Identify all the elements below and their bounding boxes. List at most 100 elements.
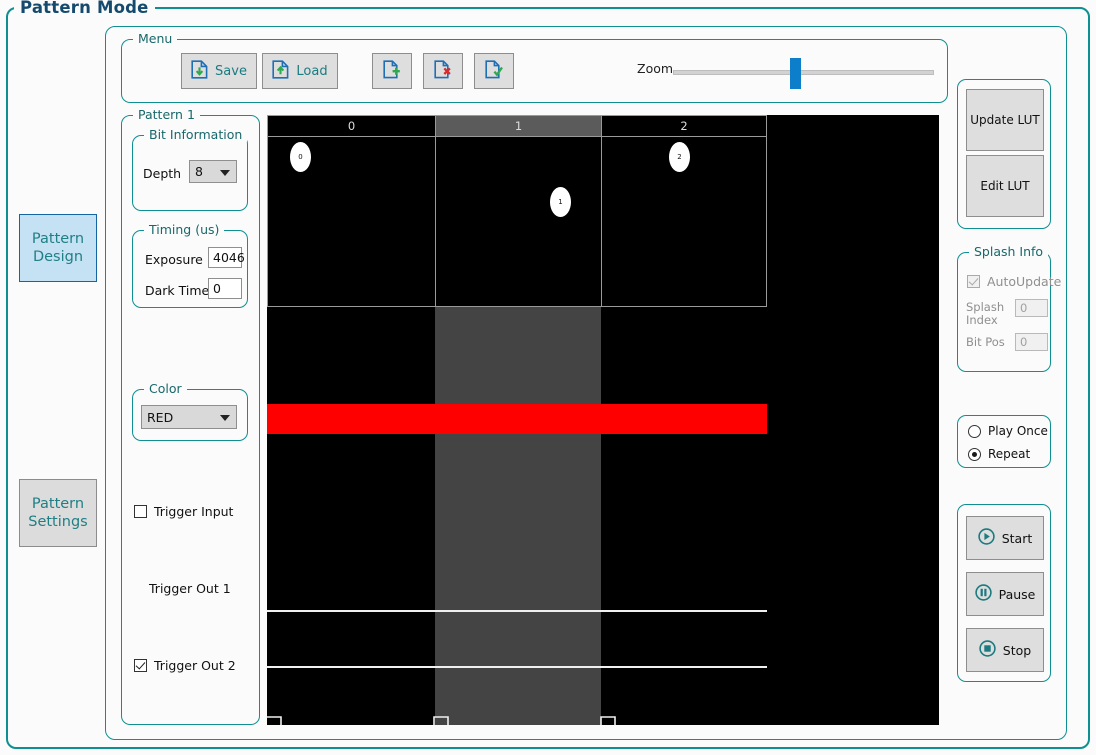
save-button-label: Save	[215, 63, 247, 79]
trigger-input-checkbox[interactable]: Trigger Input	[134, 504, 233, 519]
edit-lut-label: Edit LUT	[980, 178, 1030, 193]
trigger-out-1-label: Trigger Out 1	[149, 581, 231, 596]
color-select[interactable]: RED	[141, 405, 237, 429]
load-button-label: Load	[296, 63, 328, 79]
menu-group: Menu Save Load Zoom	[121, 31, 948, 103]
sidebar-item-pattern-design[interactable]: Pattern Design	[19, 214, 97, 282]
file-delete-icon	[434, 59, 452, 83]
autoupdate-label: AutoUpdate	[987, 274, 1062, 289]
bit-pos-input[interactable]: 0	[1015, 333, 1048, 351]
color-group-title: Color	[144, 381, 187, 396]
depth-value: 8	[195, 164, 203, 179]
column-label: 0	[347, 119, 356, 133]
sidebar-item-pattern-settings[interactable]: Pattern Settings	[19, 479, 97, 547]
zoom-slider[interactable]	[673, 58, 934, 89]
apply-pattern-button[interactable]	[474, 53, 514, 89]
play-once-label: Play Once	[988, 424, 1048, 438]
splash-info-group: Splash Info AutoUpdate Splash Index 0 Bi…	[957, 244, 1061, 372]
column-label: 2	[680, 119, 688, 133]
splash-index-label: Splash Index	[966, 300, 1005, 327]
dark-time-value: 0	[213, 281, 221, 296]
pattern-timeline-canvas[interactable]: 0 1 2 0 1 2	[267, 115, 939, 725]
bit-information-group: Bit Information Depth 8	[132, 127, 248, 211]
delete-pattern-button[interactable]	[423, 53, 463, 89]
trigger-out-2-checkbox[interactable]: Trigger Out 2	[134, 658, 236, 673]
start-button[interactable]: Start	[966, 516, 1044, 560]
color-group: Color RED	[132, 381, 248, 441]
pattern-marker[interactable]: 1	[550, 187, 571, 217]
pause-label: Pause	[998, 586, 1036, 602]
file-download-icon	[191, 59, 208, 83]
add-pattern-button[interactable]	[372, 53, 412, 89]
edit-lut-button[interactable]: Edit LUT	[966, 155, 1044, 217]
trigger-out-2-label: Trigger Out 2	[154, 658, 236, 673]
repeat-label: Repeat	[988, 447, 1031, 461]
stop-icon	[979, 640, 996, 660]
timeline-column-band	[435, 307, 601, 725]
menu-group-title: Menu	[133, 31, 178, 46]
playback-mode-group: Play Once Repeat	[957, 415, 1051, 468]
pattern-mode-window: Pattern Mode Pattern Design Pattern Sett…	[0, 0, 1096, 755]
trigger-out-1-waveform	[267, 666, 767, 668]
transport-group: Start Pause Stop	[957, 504, 1051, 682]
dark-time-input[interactable]: 0	[208, 278, 242, 299]
pause-icon	[974, 584, 992, 604]
trigger-input-label: Trigger Input	[154, 504, 234, 519]
repeat-radio[interactable]: Repeat	[968, 447, 1030, 461]
lut-group: Update LUT Edit LUT	[957, 79, 1051, 229]
pattern-marker[interactable]: 2	[669, 142, 690, 172]
main-panel: Menu Save Load Zoom Pattern 1 Bit Inform…	[105, 26, 1067, 740]
timeline-column-header-0[interactable]: 0	[267, 115, 436, 137]
radio-circle	[968, 447, 981, 461]
chevron-down-icon	[220, 415, 230, 421]
timeline-column-cell-1[interactable]	[435, 137, 602, 307]
play-once-radio[interactable]: Play Once	[968, 424, 1048, 438]
checkbox-box	[134, 659, 147, 672]
save-button[interactable]: Save	[181, 53, 257, 89]
bit-pos-value: 0	[1020, 335, 1028, 349]
pattern-group-title: Pattern 1	[133, 107, 200, 122]
pause-button[interactable]: Pause	[966, 572, 1044, 616]
splash-index-input[interactable]: 0	[1015, 299, 1048, 317]
checkbox-box	[134, 505, 147, 518]
exposure-value: 4046	[213, 250, 245, 265]
load-button[interactable]: Load	[262, 53, 338, 89]
color-value: RED	[147, 409, 174, 425]
timeline-column-header-1[interactable]: 1	[435, 115, 602, 137]
page-title: Pattern Mode	[14, 0, 155, 17]
bit-information-title: Bit Information	[144, 127, 248, 142]
pattern-marker-label: 0	[298, 153, 303, 161]
sidebar-item-label: Pattern Design	[31, 230, 85, 265]
timeline-column-header-2[interactable]: 2	[601, 115, 767, 137]
radio-circle	[968, 424, 981, 438]
zoom-slider-thumb[interactable]	[790, 58, 801, 89]
bit-pos-label: Bit Pos	[966, 335, 1005, 349]
pattern-group: Pattern 1 Bit Information Depth 8 Timing…	[121, 107, 260, 725]
pattern-marker-label: 1	[558, 198, 563, 206]
splash-info-title: Splash Info	[969, 244, 1049, 259]
stop-button[interactable]: Stop	[966, 628, 1044, 672]
timing-group: Timing (us) Exposure 4046 Dark Time 0	[132, 222, 248, 308]
exposure-label: Exposure	[145, 252, 203, 267]
checkbox-box	[967, 275, 980, 288]
update-lut-label: Update LUT	[970, 112, 1040, 127]
autoupdate-checkbox[interactable]: AutoUpdate	[967, 274, 1061, 289]
timeline: 0 1 2 0 1 2	[267, 115, 767, 725]
play-icon	[978, 528, 995, 548]
update-lut-button[interactable]: Update LUT	[966, 89, 1044, 151]
trigger-input-waveform	[267, 610, 767, 612]
file-add-icon	[383, 59, 401, 83]
depth-select[interactable]: 8	[189, 160, 237, 183]
file-check-icon	[485, 59, 503, 83]
chevron-down-icon	[220, 169, 230, 176]
stop-label: Stop	[1002, 642, 1032, 658]
pattern-marker-label: 2	[677, 153, 682, 161]
exposure-input[interactable]: 4046	[208, 247, 245, 268]
column-label: 1	[514, 119, 523, 133]
file-upload-icon	[272, 59, 289, 83]
pattern-marker[interactable]: 0	[290, 142, 311, 172]
color-bar-red	[267, 404, 767, 434]
sidebar-item-label: Pattern Settings	[28, 495, 88, 530]
splash-index-value: 0	[1020, 301, 1028, 315]
trigger-out-2-waveform	[267, 716, 616, 725]
